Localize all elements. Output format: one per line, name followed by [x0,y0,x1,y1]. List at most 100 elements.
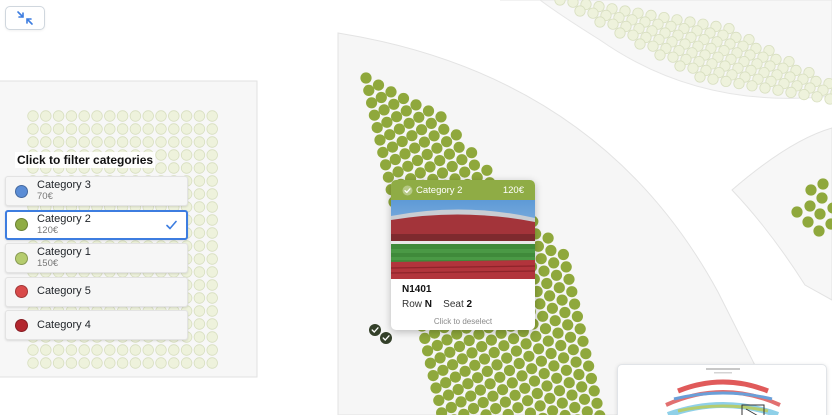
seat-available[interactable] [419,332,431,344]
seat-available[interactable] [542,232,554,244]
seat-available[interactable] [438,123,450,135]
seat-unavailable[interactable] [104,344,116,356]
seat-available[interactable] [539,323,552,335]
seat-available[interactable] [456,154,468,166]
seat-available[interactable] [563,273,575,285]
seat-unavailable[interactable] [206,266,218,278]
seat-unavailable[interactable] [206,136,218,148]
seat-available[interactable] [385,86,397,98]
seat-available[interactable] [556,294,568,306]
seat-unavailable[interactable] [687,62,699,74]
seat-available[interactable] [574,323,586,335]
seat-unavailable[interactable] [206,279,218,291]
seat-unavailable[interactable] [193,227,206,239]
seat-unavailable[interactable] [567,0,579,8]
seat-available[interactable] [791,206,803,218]
seat-unavailable[interactable] [614,27,626,39]
seat-available[interactable] [456,353,468,365]
seat-unavailable[interactable] [193,357,206,369]
seat-available[interactable] [392,166,404,178]
seat-available[interactable] [487,390,499,402]
seat-unavailable[interactable] [142,110,154,122]
seat-unavailable[interactable] [129,357,142,369]
seat-available[interactable] [478,353,491,365]
seat-available[interactable] [578,393,591,405]
exit-fullscreen-button[interactable] [5,6,45,30]
seat-available[interactable] [523,350,535,362]
seat-available[interactable] [374,134,386,146]
seat-available[interactable] [375,91,387,104]
seat-unavailable[interactable] [193,136,206,148]
seat-unavailable[interactable] [104,110,116,122]
category-filter-item[interactable]: Category 4 [5,310,188,340]
seat-unavailable[interactable] [168,136,180,148]
seat-available[interactable] [384,129,396,141]
seat-available[interactable] [466,347,478,359]
seat-available[interactable] [560,261,572,273]
seat-available[interactable] [396,135,408,148]
seat-available[interactable] [816,192,828,204]
seat-available[interactable] [555,339,567,352]
seat-available[interactable] [371,122,383,134]
seat-available[interactable] [557,248,570,261]
seat-unavailable[interactable] [674,60,686,72]
seat-unavailable[interactable] [27,357,39,369]
seat-unavailable[interactable] [65,123,78,135]
seat-available[interactable] [428,130,440,142]
seat-unavailable[interactable] [116,136,129,148]
seat-available[interactable] [576,381,588,393]
seat-available[interactable] [522,395,534,407]
seat-available[interactable] [378,104,390,116]
seat-unavailable[interactable] [193,279,206,291]
seat-available[interactable] [444,346,456,358]
seat-unavailable[interactable] [27,344,39,356]
seat-available[interactable] [410,99,422,111]
seat-available[interactable] [484,378,496,390]
seat-unavailable[interactable] [647,40,659,52]
seat-unavailable[interactable] [78,357,90,369]
seat-unavailable[interactable] [206,292,218,304]
seat-available[interactable] [588,385,600,397]
seat-unavailable[interactable] [104,123,116,135]
seat-unavailable[interactable] [180,149,193,161]
seat-unavailable[interactable] [180,110,193,122]
seat-available[interactable] [556,397,568,409]
seat-unavailable[interactable] [206,253,218,265]
seat-available[interactable] [531,387,543,400]
seat-unavailable[interactable] [785,86,797,99]
seat-unavailable[interactable] [116,357,129,369]
seat-available[interactable] [381,116,393,128]
seat-unavailable[interactable] [206,318,218,330]
seat-available[interactable] [497,384,509,396]
seat-unavailable[interactable] [104,136,116,148]
seat-available[interactable] [563,377,575,389]
seat-unavailable[interactable] [129,110,142,122]
seat-unavailable[interactable] [193,123,206,135]
seat-available[interactable] [431,339,443,352]
seat-available[interactable] [503,364,516,377]
seat-available[interactable] [434,155,446,167]
seat-unavailable[interactable] [168,123,180,135]
stadium-minimap[interactable] [617,364,827,415]
seat-unavailable[interactable] [694,71,706,83]
seat-available[interactable] [476,341,488,353]
seat-unavailable[interactable] [40,344,52,356]
seat-available[interactable] [516,370,528,382]
seat-unavailable[interactable] [206,175,218,187]
seat-unavailable[interactable] [78,344,90,356]
seat-available[interactable] [452,383,464,396]
seat-available[interactable] [569,298,581,310]
seat-unavailable[interactable] [40,136,52,148]
seat-available[interactable] [455,396,467,408]
seat-available[interactable] [449,371,461,383]
seat-available[interactable] [431,142,443,154]
seat-unavailable[interactable] [65,110,78,122]
seat-available[interactable] [435,111,447,123]
seat-unavailable[interactable] [193,331,206,343]
seat-unavailable[interactable] [155,123,167,135]
seat-available[interactable] [389,153,401,166]
seat-available[interactable] [541,277,553,290]
seat-unavailable[interactable] [193,266,206,278]
seat-unavailable[interactable] [168,110,180,122]
seat-available[interactable] [469,359,481,371]
